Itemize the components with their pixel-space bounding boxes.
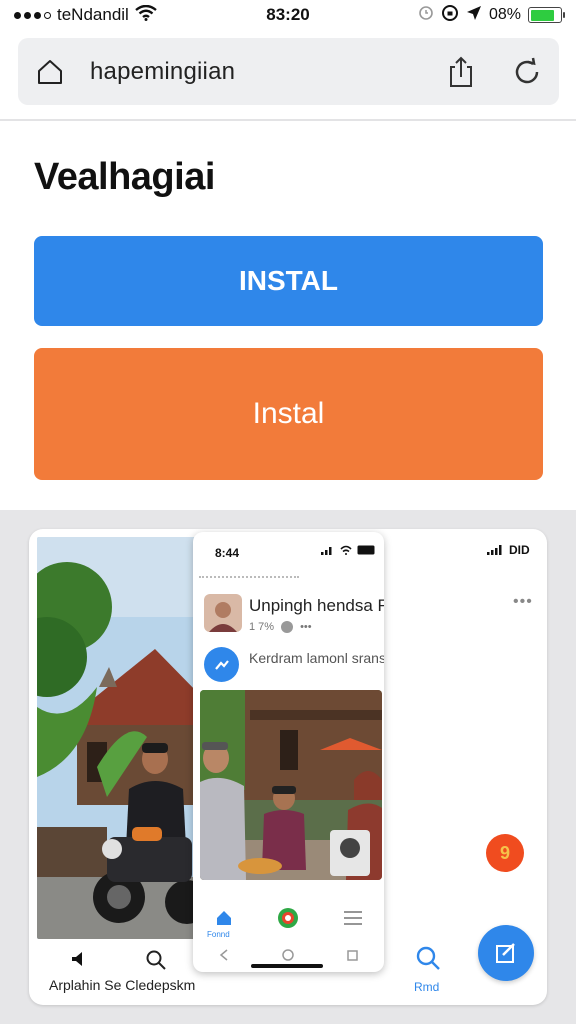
- share-icon[interactable]: [443, 54, 479, 90]
- location-icon: [466, 5, 482, 26]
- inner-phone-mockup: 8:44 Unpingh hendsa Rnd byjio. 1 7% ••• …: [193, 532, 384, 972]
- battery-icon: [528, 7, 565, 23]
- address-bar[interactable]: hapemingiian: [18, 38, 559, 105]
- signal-dots-icon: [14, 11, 51, 19]
- url-text[interactable]: hapemingiian: [90, 58, 443, 86]
- home-icon[interactable]: [32, 54, 68, 90]
- battery-icon: [357, 545, 375, 555]
- more-dots-icon: •••: [300, 621, 312, 633]
- back-icon[interactable]: [219, 948, 229, 966]
- post-title[interactable]: Unpingh hendsa Rnd byjio.: [249, 596, 384, 616]
- app-icon[interactable]: [277, 907, 299, 934]
- inner-status-time: 8:44: [215, 546, 240, 560]
- edit-icon: [496, 943, 515, 963]
- message-text: Kerdram lamonl sransan 9 btdkal inaabagr…: [249, 650, 384, 666]
- right-status: DID: [487, 543, 530, 557]
- wifi-icon: [340, 545, 352, 555]
- signal-icon: [321, 547, 332, 555]
- status-left: teNdandil: [14, 4, 214, 26]
- search-icon[interactable]: [145, 949, 167, 976]
- preview-card: Arplahin Se Cledepskm DID ••• 9 Rmd 8:44…: [29, 529, 547, 1005]
- battery-percent: 08%: [488, 6, 521, 23]
- divider: [199, 576, 299, 578]
- carrier-name: teNdandil: [57, 5, 129, 24]
- post-photo[interactable]: [200, 690, 382, 880]
- post-meta-text: 1 7%: [249, 621, 275, 633]
- speaker-icon[interactable]: [69, 949, 89, 974]
- avatar[interactable]: [204, 594, 242, 632]
- menu-icon[interactable]: [343, 910, 362, 930]
- left-bottom-nav: Arplahin Se Cledepskm: [45, 949, 215, 999]
- status-right: 08%: [418, 4, 565, 27]
- battery-level: [530, 9, 554, 21]
- reload-icon[interactable]: [509, 54, 545, 90]
- status-bar: teNdandil 83:20 08%: [0, 0, 576, 30]
- alarm-icon: [418, 5, 434, 26]
- install-button-primary[interactable]: INSTAL: [34, 236, 543, 326]
- village-photo: [37, 537, 195, 939]
- signal-icon: [487, 545, 502, 555]
- wifi-icon: [135, 4, 157, 26]
- toolbar-divider: [0, 119, 576, 121]
- recents-icon[interactable]: [346, 948, 358, 966]
- page-title: Vealhagiai: [34, 156, 215, 198]
- globe-icon: [281, 621, 294, 633]
- home-indicator: [251, 964, 323, 968]
- compose-button[interactable]: [478, 925, 534, 981]
- install-button-secondary[interactable]: Instal: [34, 348, 543, 480]
- notification-badge[interactable]: 9: [486, 834, 524, 872]
- right-nav-label[interactable]: Rmd: [414, 980, 439, 994]
- home-icon[interactable]: [215, 909, 233, 932]
- inner-status-icons: [321, 545, 377, 555]
- inner-home-label: Fonnd: [207, 930, 230, 939]
- messenger-icon[interactable]: [204, 647, 239, 682]
- post-meta: 1 7% •••: [249, 620, 312, 634]
- lock-rotation-icon: [441, 4, 459, 27]
- bottom-nav-caption: Arplahin Se Cledepskm: [49, 977, 196, 993]
- search-icon[interactable]: [415, 945, 445, 975]
- more-options-icon[interactable]: •••: [513, 593, 533, 611]
- right-status-text: DID: [509, 543, 530, 557]
